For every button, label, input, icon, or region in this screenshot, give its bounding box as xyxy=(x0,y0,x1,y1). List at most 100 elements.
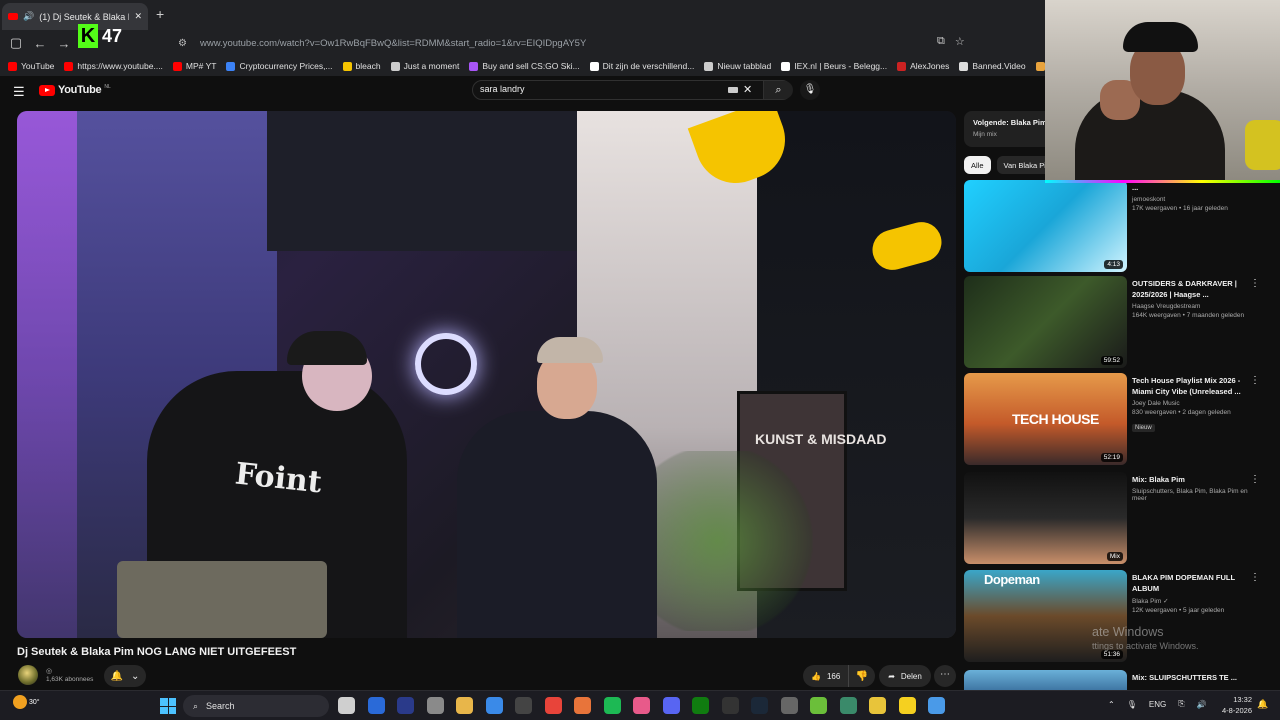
outlook-icon[interactable] xyxy=(367,697,385,714)
bookmark-item[interactable]: Dit zijn de verschillend... xyxy=(589,61,694,71)
browser-tab[interactable]: 🔊 (1) Dj Seutek & Blaka Pim N ✕ xyxy=(2,3,148,30)
share-button[interactable]: ➦ Delen xyxy=(879,665,931,687)
install-app-icon[interactable]: ⧉ xyxy=(937,35,945,48)
windows-logo-pane xyxy=(168,706,176,714)
taskbar-search-label: Search xyxy=(206,701,235,711)
back-arrow-icon[interactable]: ← xyxy=(28,36,52,51)
bookmark-label: IEX.nl | Beurs - Belegg... xyxy=(794,61,888,71)
settings-icon[interactable] xyxy=(426,697,444,714)
kebab-menu-icon[interactable]: ⋮ xyxy=(1250,572,1260,583)
bookmark-item[interactable]: Banned.Video xyxy=(959,61,1026,71)
bookmark-item[interactable]: Nieuw tabblad xyxy=(704,61,771,71)
speaker-icon[interactable]: 🔊 xyxy=(23,11,34,22)
search-button[interactable]: ⌕ xyxy=(763,81,793,99)
firefox-icon[interactable] xyxy=(574,697,591,714)
bookmark-item[interactable]: YouTube xyxy=(8,61,54,71)
clock[interactable]: 13:32 4-8-2026 xyxy=(1222,694,1252,716)
app-icon[interactable] xyxy=(839,697,857,714)
steam-icon[interactable] xyxy=(751,697,768,714)
recommendation-title: Mix: SLUIPSCHUTTERS TE ... xyxy=(1132,673,1238,682)
tab-actions-icon[interactable]: ▢ xyxy=(4,35,28,51)
app-icon[interactable] xyxy=(810,697,827,714)
spotify-icon[interactable] xyxy=(603,697,621,714)
video-player[interactable]: KUNST & MISDAAD Foint xyxy=(17,111,956,638)
recommendation-channel: Joey Dale Music xyxy=(1132,400,1180,407)
recommendation-card[interactable]: Mix Mix: Blaka Pim Sluipschutters, Blaka P… xyxy=(964,472,1274,564)
bookmark-item[interactable]: Buy and sell CS:GO Ski... xyxy=(469,61,580,71)
bookmark-item[interactable]: Cryptocurrency Prices,... xyxy=(226,61,333,71)
channel-avatar[interactable] xyxy=(18,665,38,685)
bookmark-favicon-icon xyxy=(1035,61,1045,71)
language-indicator[interactable]: ENG xyxy=(1149,700,1166,709)
microphone-icon[interactable]: 🎙 xyxy=(1127,700,1137,709)
search-input[interactable] xyxy=(480,84,710,94)
address-bar[interactable]: ⚙ www.youtube.com/watch?v=Ow1RwBqFBwQ&li… xyxy=(178,33,978,53)
discord-icon[interactable] xyxy=(662,697,680,714)
like-button[interactable]: 👍 166 xyxy=(803,665,849,687)
task-view-icon[interactable] xyxy=(338,697,355,714)
dislike-button[interactable]: 👎 xyxy=(849,671,875,682)
app-icon[interactable] xyxy=(898,697,916,714)
url-text[interactable]: www.youtube.com/watch?v=Ow1RwBqFBwQ&list… xyxy=(200,38,586,49)
notification-bell-icon[interactable]: 🔔 xyxy=(1257,699,1268,710)
site-info-icon[interactable]: ⚙ xyxy=(178,38,192,49)
kebab-menu-icon[interactable]: ⋮ xyxy=(1250,375,1260,386)
xbox-icon[interactable] xyxy=(692,697,709,714)
volume-icon[interactable]: 🔊 xyxy=(1197,700,1207,709)
app-icon[interactable] xyxy=(928,697,945,714)
bookmark-item[interactable]: bleach xyxy=(342,61,381,71)
bookmark-item[interactable]: IEX.nl | Beurs - Belegg... xyxy=(781,61,887,71)
tab-title: (1) Dj Seutek & Blaka Pim N xyxy=(39,11,129,22)
kebab-menu-icon[interactable]: ⋮ xyxy=(1250,474,1260,485)
video-scene-person-right xyxy=(457,411,657,638)
bookmark-item[interactable]: Just a moment xyxy=(390,61,459,71)
poster-text: KUNST & MISDAAD xyxy=(755,431,887,447)
file-explorer-icon[interactable] xyxy=(456,697,473,714)
region-code: NL xyxy=(104,84,111,90)
recommendation-card[interactable]: TECH HOUSE 52:19 Tech House Playlist Mix 2… xyxy=(964,373,1274,465)
recommendation-channel: Blaka Pim ✓ xyxy=(1132,598,1169,605)
chip-all[interactable]: Alle xyxy=(964,156,991,174)
chevron-up-icon[interactable]: ⌃ xyxy=(1108,700,1115,709)
voice-search-button[interactable]: 🎙 xyxy=(800,80,820,100)
share-icon: ➦ xyxy=(888,671,895,681)
video-thumbnail[interactable]: TECH HOUSE 52:19 xyxy=(964,373,1127,465)
kebab-menu-icon[interactable]: ⋮ xyxy=(1250,278,1260,289)
hamburger-menu-icon[interactable]: ☰ xyxy=(13,84,25,100)
start-button[interactable] xyxy=(160,698,176,714)
forward-arrow-icon[interactable]: → xyxy=(52,36,76,51)
bookmark-item[interactable]: AlexJones xyxy=(897,61,949,71)
share-label: Delen xyxy=(900,671,922,681)
up-next-box[interactable]: Volgende: Blaka Pim Mijn mix xyxy=(964,111,1054,147)
activate-windows-watermark: ate Windows ttings to activate Windows. xyxy=(1092,625,1199,651)
weather-widget[interactable]: 30° xyxy=(13,695,40,709)
taskbar-search[interactable]: ⌕ Search xyxy=(183,695,329,717)
terminal-icon[interactable] xyxy=(515,697,532,714)
app-icon[interactable] xyxy=(869,697,886,714)
bookmark-item[interactable]: MP# YT xyxy=(172,61,216,71)
recommendation-card[interactable]: 59:52 OUTSIDERS & DARKRAVER | 2025/2026 |… xyxy=(964,276,1274,368)
app-icon[interactable] xyxy=(397,697,414,714)
epic-games-icon[interactable] xyxy=(721,697,739,714)
app-icon[interactable] xyxy=(780,697,798,714)
bookmark-item[interactable]: https://www.youtube.... xyxy=(64,61,163,71)
youtube-logo[interactable]: YouTube NL xyxy=(39,84,111,96)
more-actions-button[interactable]: ⋯ xyxy=(934,665,956,687)
new-tab-button[interactable]: + xyxy=(156,6,164,22)
keyboard-icon[interactable] xyxy=(728,87,738,93)
youtube-favicon-icon xyxy=(8,13,18,20)
video-thumbnail[interactable]: 4:13 xyxy=(964,180,1127,272)
bookmark-star-icon[interactable]: ☆ xyxy=(955,35,965,48)
chrome-icon[interactable] xyxy=(544,697,562,714)
clear-search-icon[interactable]: ✕ xyxy=(743,83,752,96)
store-icon[interactable] xyxy=(485,697,503,714)
itunes-icon[interactable] xyxy=(633,697,650,714)
recommendation-meta: OUTSIDERS & DARKRAVER | 2025/2026 | Haag… xyxy=(1132,278,1256,319)
bookmark-item[interactable]: Niburu.co :: Onthulle xyxy=(1035,61,1045,71)
notifications-button[interactable]: 🔔 ⌄ xyxy=(104,665,146,687)
network-icon[interactable]: ⎘ xyxy=(1178,699,1184,709)
video-thumbnail[interactable]: Mix xyxy=(964,472,1127,564)
recommendation-card[interactable]: 4:13... jemoeskont 17K weergaven • 16 jaar… xyxy=(964,180,1274,272)
video-thumbnail[interactable]: 59:52 xyxy=(964,276,1127,368)
tab-close-icon[interactable]: ✕ xyxy=(134,11,142,22)
